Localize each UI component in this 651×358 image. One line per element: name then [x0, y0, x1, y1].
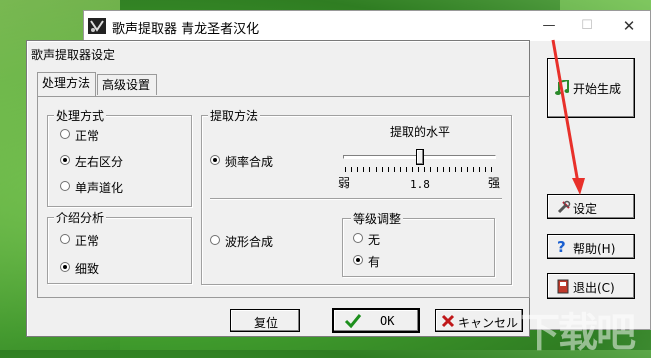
settings-label: 设定	[573, 202, 598, 216]
radio-label: 细致	[75, 262, 100, 276]
settings-dialog: 歌声提取器设定 处理方法 高级设置 处理方式 正常 左右区分 单声道化 介绍分析…	[26, 40, 530, 337]
slider-min-label: 弱	[338, 176, 351, 190]
processing-method-group: 处理方式 正常 左右区分 单声道化	[47, 107, 192, 207]
tab-label: 高级设置	[102, 78, 151, 92]
grade-adjust-group: 等级调整 无 有	[342, 210, 495, 277]
radio-label: 有	[368, 255, 381, 269]
tools-icon	[557, 200, 571, 214]
reset-label: 复位	[254, 316, 279, 330]
exit-label: 退出(C)	[573, 281, 615, 295]
radio-dot-selected	[353, 255, 363, 265]
slider-tick	[485, 167, 487, 172]
slider-tick	[375, 167, 377, 172]
exit-door-icon	[557, 279, 569, 294]
slider-value: 1.8	[410, 178, 430, 191]
slider-tick	[424, 167, 426, 172]
cancel-label: キャンセル	[458, 316, 519, 330]
slider-tick	[381, 167, 383, 172]
slider-tick	[412, 167, 414, 172]
tab-label: 处理方法	[42, 76, 91, 90]
radio-dot	[353, 233, 363, 243]
radio-dot	[60, 181, 70, 191]
slider-tick	[357, 167, 359, 172]
slider-tick	[387, 167, 389, 172]
radio-label: 正常	[75, 234, 100, 248]
group-title: 介绍分析	[54, 209, 107, 226]
close-button[interactable]: ✕	[614, 17, 644, 35]
slider-tick	[442, 167, 444, 172]
start-generate-button[interactable]: 开始生成	[547, 58, 635, 118]
radio-dot-selected	[60, 155, 70, 165]
slider-tick	[393, 167, 395, 172]
tab-advanced-settings[interactable]: 高级设置	[97, 74, 157, 95]
exit-button[interactable]: 退出(C)	[547, 273, 635, 299]
slider-tick	[345, 167, 346, 172]
radio-label: 无	[368, 233, 381, 247]
maximize-button[interactable]: ☐	[572, 17, 602, 35]
radio-dot	[60, 234, 70, 244]
main-window-title: 歌声提取器 青龙圣者汉化	[112, 22, 260, 37]
music-note-icon	[555, 80, 569, 95]
slider-tick	[399, 167, 401, 172]
slider-tick	[369, 167, 371, 172]
radio-label: 波形合成	[225, 235, 274, 249]
slider-tick	[454, 167, 456, 172]
slider-tick	[467, 167, 468, 172]
radio-label: 左右区分	[75, 155, 124, 169]
watermark: 下载吧	[520, 310, 636, 356]
dialog-title: 歌声提取器设定	[31, 48, 116, 62]
slider-tick	[436, 167, 438, 172]
slider-tick	[430, 167, 432, 172]
radio-label: 单声道化	[75, 181, 124, 195]
start-generate-label: 开始生成	[573, 82, 622, 96]
slider-tick	[406, 167, 407, 172]
radio-label: 频率合成	[225, 155, 274, 169]
slider-tick	[363, 167, 365, 172]
intro-analysis-group: 介绍分析 正常 细致	[47, 209, 192, 284]
settings-button[interactable]: 设定	[547, 194, 635, 219]
slider-tick	[479, 167, 481, 172]
cancel-x-icon	[441, 314, 455, 328]
ok-button[interactable]: OK	[332, 308, 420, 333]
slider-tick	[351, 167, 353, 172]
question-icon: ?	[557, 238, 566, 256]
group-title: 处理方式	[54, 107, 107, 124]
slider-max-label: 强	[488, 176, 501, 190]
divider	[210, 198, 502, 200]
cancel-button[interactable]: キャンセル	[435, 309, 523, 332]
help-label: 帮助(H)	[573, 242, 616, 256]
check-icon	[344, 314, 362, 329]
group-title: 等级调整	[351, 210, 404, 227]
slider-tick	[418, 167, 420, 172]
radio-dot-selected	[60, 262, 70, 272]
level-slider-thumb[interactable]	[416, 149, 424, 165]
radio-dot	[210, 235, 220, 245]
slider-tick	[491, 167, 493, 172]
help-button[interactable]: ? 帮助(H)	[547, 234, 635, 259]
slider-tick	[460, 167, 462, 172]
tab-processing-method[interactable]: 处理方法	[37, 72, 96, 96]
radio-dot-selected	[210, 155, 220, 165]
app-icon	[88, 18, 106, 34]
slider-ticks	[345, 167, 495, 173]
reset-button[interactable]: 复位	[230, 309, 300, 332]
group-title: 提取方法	[208, 107, 261, 124]
radio-dot	[60, 129, 70, 139]
slider-tick	[448, 167, 450, 172]
minimize-button[interactable]: —	[534, 17, 564, 35]
radio-label: 正常	[75, 129, 100, 143]
level-title: 提取的水平	[390, 125, 451, 139]
ok-label: OK	[380, 314, 395, 328]
main-title-bar: 歌声提取器 青龙圣者汉化 — ☐ ✕	[84, 11, 650, 41]
slider-tick	[473, 167, 475, 172]
